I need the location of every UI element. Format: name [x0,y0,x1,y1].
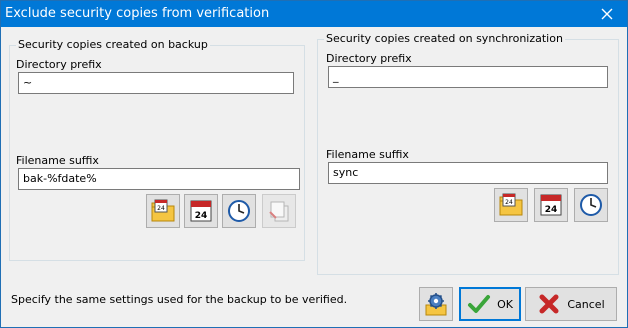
cancel-x-icon [539,294,559,314]
sync-directory-prefix-label: Directory prefix [326,52,412,65]
backup-directory-prefix-input[interactable]: ~ [18,72,294,94]
backup-insert-date-button[interactable]: 24 [184,194,218,228]
close-icon [601,8,613,20]
window-title: Exclude security copies from verificatio… [5,6,270,21]
svg-text:24: 24 [195,211,208,221]
clock-icon [228,200,250,222]
gear-icon [425,293,447,316]
title-bar[interactable]: Exclude security copies from verificatio… [1,1,627,27]
ok-button[interactable]: OK [459,287,521,321]
backup-filename-suffix-input[interactable]: bak-%fdate% [18,168,300,190]
copy-delete-icon [269,201,289,222]
sync-filename-suffix-label: Filename suffix [326,148,409,161]
backup-insert-folder-date-button[interactable]: 24 [146,194,180,228]
backup-group: Security copies created on backup Direct… [9,38,305,261]
backup-insert-time-button[interactable] [222,194,256,228]
dialog-body: Security copies created on backup Direct… [1,27,627,327]
clock-icon [580,194,602,216]
ok-button-label: OK [497,297,513,311]
footer-hint: Specify the same settings used for the b… [11,293,348,306]
svg-text:24: 24 [545,205,558,215]
sync-insert-date-button[interactable]: 24 [534,188,568,222]
backup-delete-copies-button[interactable] [262,194,296,228]
calendar-icon: 24 [540,194,562,216]
backup-filename-suffix-label: Filename suffix [16,154,99,167]
close-button[interactable] [587,1,627,27]
svg-text:24: 24 [505,199,513,206]
folder-date-icon: 24 [499,193,523,216]
cancel-button[interactable]: Cancel [525,287,617,321]
calendar-icon: 24 [190,200,212,222]
cancel-button-label: Cancel [567,297,605,311]
sync-group: Security copies created on synchronizati… [317,32,619,275]
sync-insert-time-button[interactable] [574,188,608,222]
sync-filename-suffix-input[interactable]: sync [328,162,608,184]
checkmark-icon [468,295,491,313]
settings-button[interactable] [419,287,453,321]
sync-insert-folder-date-button[interactable]: 24 [494,188,528,222]
sync-group-title: Security copies created on synchronizati… [324,32,565,45]
backup-group-title: Security copies created on backup [16,38,210,51]
svg-text:24: 24 [157,205,165,212]
folder-date-icon: 24 [151,199,175,222]
backup-directory-prefix-label: Directory prefix [16,58,102,71]
dialog-window: Exclude security copies from verificatio… [0,0,628,328]
sync-directory-prefix-input[interactable]: _ [328,66,608,88]
